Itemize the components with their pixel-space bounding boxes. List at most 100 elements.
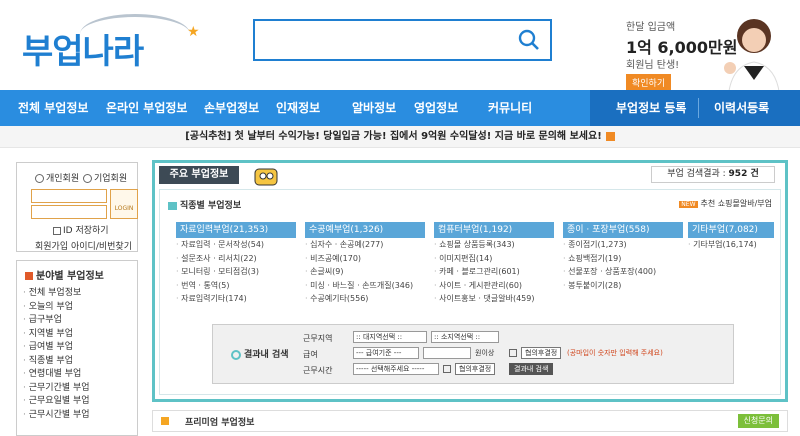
column-item[interactable]: 자료입력 · 문서작성(54) [176,238,296,252]
search-icon[interactable] [518,29,540,51]
column-item[interactable]: 쇼핑백접기(19) [563,252,683,266]
hours-negotiable-button[interactable]: 협의후결정 [455,363,496,375]
monitor-icon [168,201,177,210]
sidebar-item[interactable]: 전체 부업정보 [23,285,90,299]
nav-all-jobs[interactable]: 전체 부업정보 [18,90,88,126]
salary-negotiable-checkbox[interactable] [509,349,517,357]
nav-talent[interactable]: 인재정보 [276,90,320,126]
premium-title: 프리미엄 부업정보 [185,418,255,428]
checkbox-icon[interactable] [53,226,61,235]
salary-basis-select[interactable]: --- 급여기준 --- [353,347,419,359]
star-icon: ★ [187,24,200,40]
column-item[interactable]: 십자수 · 손공예(277) [305,238,425,252]
premium-icon [161,417,169,425]
radio-personal-label: 개인회원 [46,174,80,184]
category-sidebar: 분야별 부업정보 전체 부업정보 오늘의 부업 급구부업 지역별 부업 급여별 … [16,260,138,436]
sidebar-item[interactable]: 직종별 부업 [23,353,90,367]
nav-parttime[interactable]: 알바정보 [352,90,396,126]
recommend-link[interactable]: NEW 추천 쇼핑몰알바/부업 [679,198,772,209]
job-category-panel: 직종별 부업정보 NEW추천 쇼핑몰알바/부업 자료입력부업(21,353) 자… [159,189,781,395]
column-head[interactable]: 종이 · 포장부업(558) [563,222,683,238]
login-button[interactable]: LOGIN [110,189,138,219]
region-major-select[interactable]: :: 대지역선택 :: [353,331,427,343]
column-item[interactable]: 수공예기타(556) [305,292,425,306]
radio-personal[interactable]: 개인회원 [35,171,79,184]
mascot-icon [254,168,278,186]
nav-sales[interactable]: 영업정보 [414,90,458,126]
premium-bar: 프리미엄 부업정보 신청문의 [152,410,788,432]
column-item[interactable]: 기타부업(16,174) [688,238,774,252]
column-item[interactable]: 설문조사 · 리서치(22) [176,252,296,266]
column-item[interactable]: 봉투붙이기(28) [563,279,683,293]
column-item[interactable]: 사이트홍보 · 댓글알바(459) [434,292,554,306]
column-head[interactable]: 수공예부업(1,326) [305,222,425,238]
sidebar-item[interactable]: 근무기간별 부업 [23,380,90,394]
column-item[interactable]: 비즈공예(170) [305,252,425,266]
hours-negotiable-checkbox[interactable] [443,365,451,373]
sidebar-item[interactable]: 급구부업 [23,312,90,326]
result-count: 부업 검색결과 : 952 건 [651,166,775,183]
sidebar-item[interactable]: 급여별 부업 [23,339,90,353]
sidebar-item[interactable]: 오늘의 부업 [23,299,90,313]
promo-line1: 한달 입금액 [626,22,676,33]
search-input[interactable] [253,19,552,61]
column-item[interactable]: 손글씨(9) [305,265,425,279]
salary-unit: 원이상 [475,349,495,357]
promo-confirm-button[interactable]: 확인하기 [626,74,672,91]
nav-register-job[interactable]: 부업정보 등록 [616,90,686,126]
password-input[interactable] [31,205,107,219]
salary-hint: (공마입이 숫자만 입력해 주세요) [567,349,663,357]
column-head[interactable]: 컴퓨터부업(1,192) [434,222,554,238]
nav-hand-jobs[interactable]: 손부업정보 [204,90,259,126]
column-item[interactable]: 이미지편집(14) [434,252,554,266]
hours-select[interactable]: ----- 선택해주세요 ----- [353,363,439,375]
section-title-text: 직종별 부업정보 [180,201,242,211]
recommend-link-text[interactable]: 추천 쇼핑몰알바/부업 [701,199,772,208]
filter-label-text: 결과내 검색 [244,350,289,360]
sidebar-item[interactable]: 근무요일별 부업 [23,393,90,407]
radio-icon[interactable] [35,174,44,183]
filter-label: 결과내 검색 [231,347,289,360]
main-nav: 전체 부업정보 온라인 부업정보 손부업정보 인재정보 알바정보 영업정보 커뮤… [0,90,800,126]
notice-bar[interactable]: [공식추천] 첫 날부터 수익가능! 당일입금 가능! 집에서 9억원 수익달성… [0,126,800,148]
category-column: 종이 · 포장부업(558) 종이접기(1,273) 쇼핑백접기(19) 선물포… [563,222,683,292]
category-column: 자료입력부업(21,353) 자료입력 · 문서작성(54) 설문조사 · 리서… [176,222,296,306]
search-icon [231,349,241,360]
sidebar-item[interactable]: 지역별 부업 [23,326,90,340]
promo-banner[interactable]: 한달 입금액 1억 6,000만원 회원님 탄생! 확인하기 [610,10,800,100]
join-links[interactable]: 회원가입 아이디/비번찾기 [35,239,132,252]
column-head[interactable]: 자료입력부업(21,353) [176,222,296,238]
id-input[interactable] [31,189,107,203]
sidebar-item[interactable]: 연령대별 부업 [23,366,90,380]
column-item[interactable]: 번역 · 통역(5) [176,279,296,293]
column-item[interactable]: 모니터링 · 모티점검(3) [176,265,296,279]
main-tab[interactable]: 주요 부업정보 [159,166,239,184]
salary-negotiable-button[interactable]: 협의후결정 [521,347,562,359]
site-logo[interactable]: ★ 부업나라 [22,14,200,72]
sidebar-item[interactable]: 근무시간별 부업 [23,407,90,421]
result-search-button[interactable]: 결과내 검색 [509,363,554,375]
nav-register-resume[interactable]: 이력서등록 [714,90,769,126]
column-item[interactable]: 종이접기(1,273) [563,238,683,252]
salary-amount-input[interactable] [423,347,471,359]
notice-text[interactable]: [공식추천] 첫 날부터 수익가능! 당일입금 가능! 집에서 9억원 수익달성… [185,131,602,142]
column-item[interactable]: 선물포장 · 상품포장(400) [563,265,683,279]
column-head[interactable]: 기타부업(7,082) [688,222,774,238]
radio-company-label: 기업회원 [94,174,128,184]
column-item[interactable]: 쇼핑몰 상품등록(343) [434,238,554,252]
save-id-checkbox[interactable]: ID 저장하기 [53,223,109,236]
region-minor-select[interactable]: :: 소지역선택 :: [431,331,499,343]
column-item[interactable]: 미싱 · 바느질 · 손뜨개질(346) [305,279,425,293]
nav-community[interactable]: 커뮤니티 [488,90,532,126]
column-item[interactable]: 자료입력기타(174) [176,292,296,306]
column-item[interactable]: 사이트 · 게시판관리(60) [434,279,554,293]
nav-online-jobs[interactable]: 온라인 부업정보 [106,90,187,126]
save-id-label: ID 저장하기 [63,226,109,236]
promo-person-image [724,19,781,100]
promo-line3: 회원님 탄생! [626,60,680,71]
premium-apply-button[interactable]: 신청문의 [737,414,779,428]
radio-icon[interactable] [83,174,92,183]
column-item[interactable]: 카페 · 블로그관리(601) [434,265,554,279]
category-column: 수공예부업(1,326) 십자수 · 손공예(277) 비즈공예(170) 손글… [305,222,425,306]
radio-company[interactable]: 기업회원 [83,171,127,184]
